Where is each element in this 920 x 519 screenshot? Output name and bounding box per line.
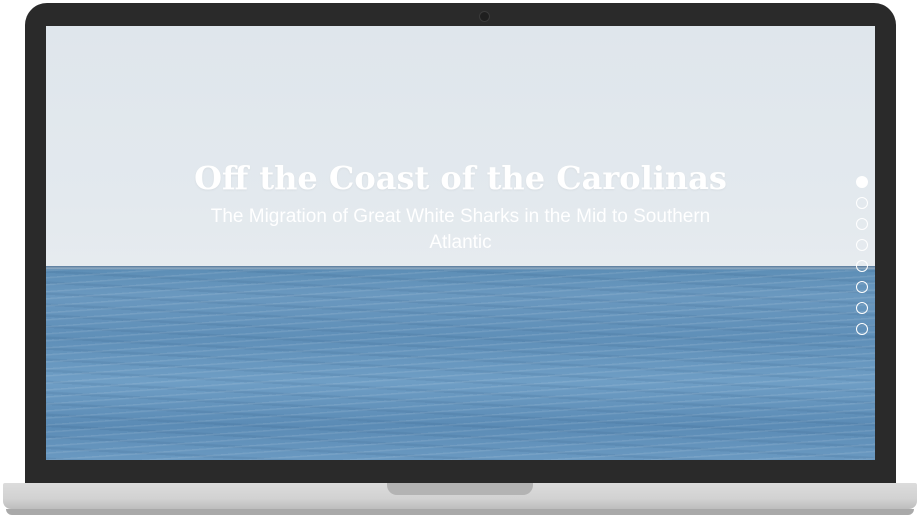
section-dot-6[interactable] xyxy=(856,281,868,293)
section-dot-3[interactable] xyxy=(856,218,868,230)
hero-subtitle: The Migration of Great White Sharks in t… xyxy=(210,206,711,253)
section-dot-1[interactable] xyxy=(856,176,868,188)
section-dot-2[interactable] xyxy=(856,197,868,209)
laptop-screen: Off the Coast of the Carolinas The Migra… xyxy=(46,26,875,460)
section-dot-navigation xyxy=(856,176,868,335)
hero-title: Off the Coast of the Carolinas xyxy=(194,159,727,197)
section-dot-5[interactable] xyxy=(856,260,868,272)
section-dot-8[interactable] xyxy=(856,323,868,335)
laptop-notch xyxy=(387,483,533,495)
section-dot-4[interactable] xyxy=(856,239,868,251)
laptop-mockup: Off the Coast of the Carolinas The Migra… xyxy=(0,0,920,519)
ocean-waves-background xyxy=(46,270,875,460)
webcam-icon xyxy=(479,11,490,22)
laptop-base-shadow xyxy=(6,509,914,515)
section-dot-7[interactable] xyxy=(856,302,868,314)
